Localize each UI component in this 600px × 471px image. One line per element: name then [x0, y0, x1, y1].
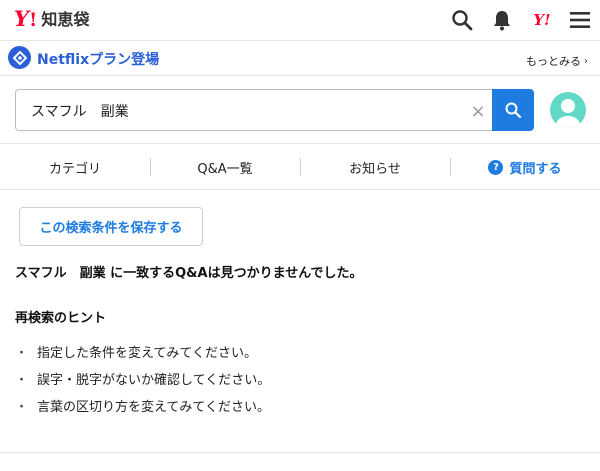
- header: Y! 知恵袋 Y!: [0, 0, 600, 40]
- nav-item-ask-question[interactable]: ? 質問する: [450, 145, 600, 189]
- user-avatar-icon: [556, 99, 580, 128]
- no-result-message: スマフル 副業 に一致するQ&Aは見つかりませんでした。: [15, 266, 363, 281]
- promo-divider: [0, 75, 600, 76]
- search-icon[interactable]: [450, 8, 474, 32]
- list-item: ・言葉の区切り方を変えてみてください。: [15, 400, 270, 415]
- list-item: ・誤字・脱字がないか確認してください。: [15, 373, 271, 388]
- menu-icon[interactable]: [568, 8, 592, 32]
- promo-title[interactable]: Netflixプラン登場: [37, 49, 159, 69]
- save-search-button[interactable]: この検索条件を保存する: [19, 207, 203, 246]
- yahoo-logo-mark: Y!: [14, 6, 37, 32]
- list-item: ・指定した条件を変えてみてください。: [15, 346, 257, 361]
- search-button[interactable]: [492, 89, 534, 131]
- search-divider: [0, 143, 600, 144]
- nav-item-category[interactable]: カテゴリ: [0, 145, 150, 189]
- avatar[interactable]: [550, 92, 586, 128]
- logo-text: 知恵袋: [41, 9, 90, 29]
- search-input[interactable]: [31, 99, 451, 123]
- promo-banner[interactable]: Netflixプラン登場 もっとみる ›: [0, 41, 600, 75]
- nav-item-qa-list[interactable]: Q&A一覧: [150, 145, 300, 189]
- promo-badge-icon: [8, 46, 31, 69]
- hint-list: ・指定した条件を変えてみてください。 ・誤字・脱字がないか確認してください。 ・…: [15, 338, 270, 419]
- promo-more-link[interactable]: もっとみる ›: [526, 53, 588, 69]
- search-box: ×: [15, 89, 493, 131]
- main-nav: カテゴリ Q&A一覧 お知らせ ? 質問する: [0, 145, 600, 189]
- clear-search-button[interactable]: ×: [467, 100, 489, 122]
- search-icon: [505, 102, 522, 119]
- question-icon: ?: [488, 159, 504, 175]
- nav-divider: [0, 189, 600, 190]
- footer-divider: [0, 452, 600, 453]
- close-icon: ×: [470, 100, 486, 122]
- yahoo-chiebukuro-logo[interactable]: Y! 知恵袋: [14, 7, 89, 32]
- nav-item-notices[interactable]: お知らせ: [300, 145, 450, 189]
- chevron-right-icon: ›: [584, 55, 588, 67]
- yahoo-japan-icon[interactable]: Y!: [530, 8, 554, 32]
- bell-icon[interactable]: [490, 8, 514, 32]
- hint-heading: 再検索のヒント: [15, 311, 107, 326]
